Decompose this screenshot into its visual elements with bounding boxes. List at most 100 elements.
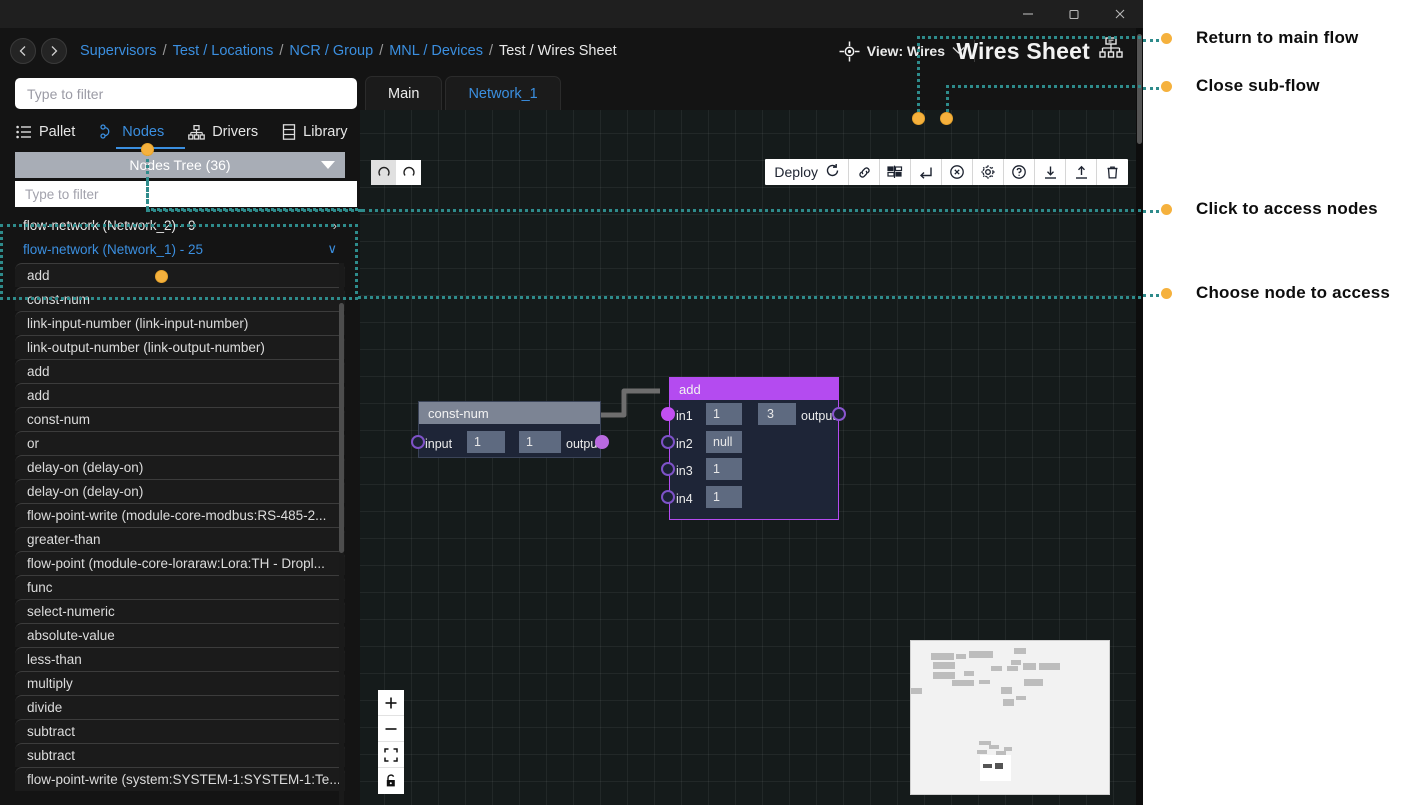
input-value-field[interactable]: 1 xyxy=(706,486,742,508)
input-port-in3[interactable] xyxy=(661,462,675,476)
input-value-field[interactable]: 1 xyxy=(467,431,505,453)
window-scrollbar[interactable] xyxy=(1136,28,1143,805)
plus-icon[interactable] xyxy=(378,690,404,716)
input-port-in2[interactable] xyxy=(661,435,675,449)
trash-icon[interactable] xyxy=(1097,159,1128,185)
list-item[interactable]: flow-point-write (module-core-modbus:RS-… xyxy=(15,503,345,527)
sidebar-tab-library[interactable]: Library xyxy=(282,115,360,149)
sidebar-tab-pallet[interactable]: Pallet xyxy=(16,115,88,149)
tree-network-network_2[interactable]: flow-network (Network_2) - 9 › xyxy=(15,213,345,237)
input-value-field[interactable]: 1 xyxy=(706,458,742,480)
input-port-in4[interactable] xyxy=(661,490,675,504)
list-item[interactable]: or xyxy=(15,431,345,455)
return-to-main-flow-icon[interactable] xyxy=(911,159,942,185)
canvas-area: Main Network_1 const-num input 1 1 outpu… xyxy=(360,74,1143,805)
list-item[interactable]: const-num xyxy=(15,407,345,431)
minimize-icon[interactable] xyxy=(1005,0,1051,28)
list-item[interactable]: multiply xyxy=(15,671,345,695)
list-item-label: greater-than xyxy=(27,532,101,547)
flow-canvas[interactable]: const-num input 1 1 output add in1 1 3 o… xyxy=(360,110,1143,805)
list-item[interactable]: link-input-number (link-input-number) xyxy=(15,311,345,335)
list-item[interactable]: greater-than xyxy=(15,527,345,551)
download-icon[interactable] xyxy=(1035,159,1066,185)
chevron-right-icon[interactable] xyxy=(41,38,67,64)
breadcrumb-item-0[interactable]: Supervisors xyxy=(80,43,157,59)
output-port-output[interactable] xyxy=(832,407,846,421)
app-shell: Supervisors / Test / Locations / NCR / G… xyxy=(0,28,1143,805)
upload-icon[interactable] xyxy=(1066,159,1097,185)
list-item[interactable]: add xyxy=(15,263,345,287)
gear-icon[interactable] xyxy=(973,159,1004,185)
list-item[interactable]: less-than xyxy=(15,647,345,671)
minus-icon[interactable] xyxy=(378,716,404,742)
list-item[interactable]: flow-point-write (system:SYSTEM-1:SYSTEM… xyxy=(15,767,345,791)
list-item[interactable]: add xyxy=(15,383,345,407)
chevron-left-icon[interactable] xyxy=(10,38,36,64)
list-item-label: func xyxy=(27,580,53,595)
breadcrumb-item-3[interactable]: MNL / Devices xyxy=(389,43,483,59)
sidebar-scrollbar-thumb[interactable] xyxy=(339,303,344,553)
list-item[interactable]: select-numeric xyxy=(15,599,345,623)
input-value-field[interactable]: 1 xyxy=(706,403,742,425)
list-item-label: select-numeric xyxy=(27,604,115,619)
input-port-input[interactable] xyxy=(411,435,425,449)
output-port-output[interactable] xyxy=(595,435,609,449)
flow-node-const-num[interactable]: const-num input 1 1 output xyxy=(411,401,609,458)
nodes-tree-header[interactable]: Nodes Tree (36) xyxy=(15,152,345,178)
redo-icon[interactable] xyxy=(396,160,421,185)
help-circle-icon[interactable] xyxy=(1004,159,1035,185)
list-item[interactable]: const-num xyxy=(15,287,345,311)
list-item[interactable]: absolute-value xyxy=(15,623,345,647)
list-item[interactable]: func xyxy=(15,575,345,599)
list-item-label: const-num xyxy=(27,292,91,307)
link-icon[interactable] xyxy=(849,159,880,185)
list-item[interactable]: flow-point (module-core-loraraw:Lora:TH … xyxy=(15,551,345,575)
close-sub-flow-icon[interactable] xyxy=(942,159,973,185)
list-item[interactable]: delay-on (delay-on) xyxy=(15,455,345,479)
annotation-pane xyxy=(1143,0,1417,805)
tab-main[interactable]: Main xyxy=(365,76,443,110)
list-item[interactable]: link-output-number (link-output-number) xyxy=(15,335,345,359)
output-port-label: output xyxy=(801,409,836,423)
layout-icon[interactable] xyxy=(880,159,911,185)
close-icon[interactable] xyxy=(1097,0,1143,28)
nodes-tree-filter-input[interactable] xyxy=(15,181,357,207)
list-item[interactable]: subtract xyxy=(15,743,345,767)
sidebar-tab-drivers[interactable]: Drivers xyxy=(188,115,271,149)
output-value-field[interactable]: 3 xyxy=(758,403,796,425)
list-item[interactable]: subtract xyxy=(15,719,345,743)
chevron-right-icon[interactable]: › xyxy=(333,218,337,233)
deploy-button[interactable]: Deploy xyxy=(765,159,849,185)
fit-view-icon[interactable] xyxy=(378,742,404,768)
breadcrumb-item-2[interactable]: NCR / Group xyxy=(289,43,373,59)
list-item[interactable]: delay-on (delay-on) xyxy=(15,479,345,503)
page-title-text: Wires Sheet xyxy=(956,37,1090,64)
output-value-field[interactable]: 1 xyxy=(519,431,561,453)
breadcrumb-item-1[interactable]: Test / Locations xyxy=(173,43,274,59)
maximize-icon[interactable] xyxy=(1051,0,1097,28)
lock-icon[interactable] xyxy=(378,768,404,794)
tab-network_1[interactable]: Network_1 xyxy=(445,76,561,110)
view-selector-label: View: Wires xyxy=(866,43,945,59)
sidebar-tab-nodes[interactable]: Nodes xyxy=(99,115,177,149)
input-port-label: input xyxy=(425,437,453,451)
minimap[interactable] xyxy=(910,640,1110,795)
input-port-label: in2 xyxy=(676,437,693,451)
breadcrumb-item-4[interactable]: Test / Wires Sheet xyxy=(499,43,617,59)
list-item-label: or xyxy=(27,436,40,451)
input-value-field[interactable]: null xyxy=(706,431,742,453)
tree-network-network_1[interactable]: flow-network (Network_1) - 25 ∨ xyxy=(15,237,345,261)
view-selector[interactable]: View: Wires xyxy=(839,37,965,65)
caret-down-icon[interactable] xyxy=(321,161,335,169)
list-item[interactable]: divide xyxy=(15,695,345,719)
list-item-label: delay-on (delay-on) xyxy=(27,484,144,499)
window-scrollbar-thumb[interactable] xyxy=(1137,34,1142,144)
flow-node-add[interactable]: add in1 1 3 output in2 null in3 1 in4 1 xyxy=(661,377,846,520)
list-item[interactable]: add xyxy=(15,359,345,383)
input-port-in1[interactable] xyxy=(661,407,675,421)
nodes-tree-list[interactable]: add const-num link-input-number (link-inpu… xyxy=(15,263,345,805)
undo-icon[interactable] xyxy=(371,160,396,185)
list-item-label: link-input-number (link-input-number) xyxy=(27,316,249,331)
chevron-down-icon[interactable]: ∨ xyxy=(327,241,337,257)
search-input[interactable] xyxy=(15,78,357,109)
